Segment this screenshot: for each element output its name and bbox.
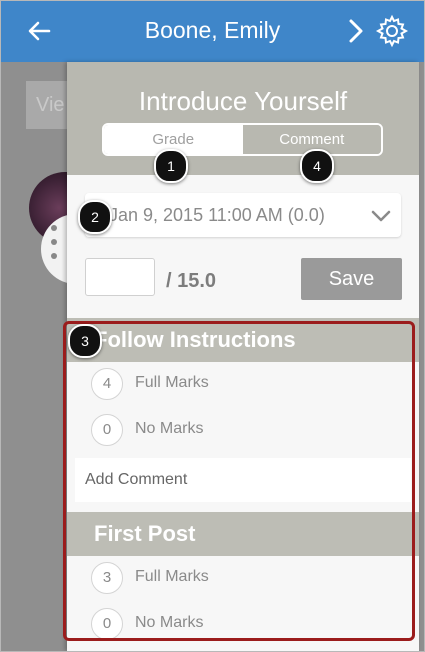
rating-label: No Marks: [135, 614, 204, 631]
submission-date-select[interactable]: Jan 9, 2015 11:00 AM (0.0): [85, 193, 401, 237]
grading-panel: Introduce Yourself Grade Comment Jan 9, …: [67, 62, 419, 651]
criterion-title: First Post: [67, 512, 419, 556]
rating-points: 3: [91, 562, 123, 594]
callout-marker: 4: [300, 149, 334, 183]
save-button[interactable]: Save: [301, 258, 402, 300]
rating-option[interactable]: 0 No Marks: [67, 408, 419, 454]
rating-label: No Marks: [135, 420, 204, 437]
rating-label: Full Marks: [135, 568, 209, 585]
rating-option[interactable]: 3 Full Marks: [67, 556, 419, 602]
callout-marker: 2: [78, 200, 112, 234]
submission-date-value: Jan 9, 2015 11:00 AM (0.0): [109, 205, 325, 225]
rating-label: Full Marks: [135, 374, 209, 391]
add-comment-field[interactable]: Add Comment: [75, 458, 411, 502]
rating-points: 0: [91, 608, 123, 640]
callout-marker: 1: [154, 149, 188, 183]
score-input[interactable]: [85, 258, 155, 296]
rating-points: 4: [91, 368, 123, 400]
criterion-title: Follow Instructions: [67, 318, 419, 362]
grade-comment-toggle: Grade Comment: [102, 123, 383, 156]
rubric-section: Follow Instructions 4 Full Marks 0 No Ma…: [67, 318, 419, 651]
rating-option[interactable]: 4 Full Marks: [67, 362, 419, 408]
assignment-title: Introduce Yourself: [138, 86, 348, 116]
settings-button[interactable]: [375, 14, 409, 48]
callout-marker: 3: [68, 324, 102, 358]
chevron-right-icon: [349, 19, 363, 43]
rating-option[interactable]: 0 No Marks: [67, 602, 419, 648]
app-frame: Boone, Emily Vie Introduce Yourself Grad…: [0, 0, 425, 652]
panel-header: Introduce Yourself Grade Comment: [67, 62, 419, 175]
rating-points: 0: [91, 414, 123, 446]
more-dots-icon: [51, 225, 59, 265]
next-student-button[interactable]: [341, 15, 373, 47]
chevron-down-icon: [371, 210, 391, 222]
gear-icon: [375, 14, 409, 48]
app-header: Boone, Emily: [1, 1, 424, 62]
points-possible: / 15.0: [166, 270, 217, 292]
